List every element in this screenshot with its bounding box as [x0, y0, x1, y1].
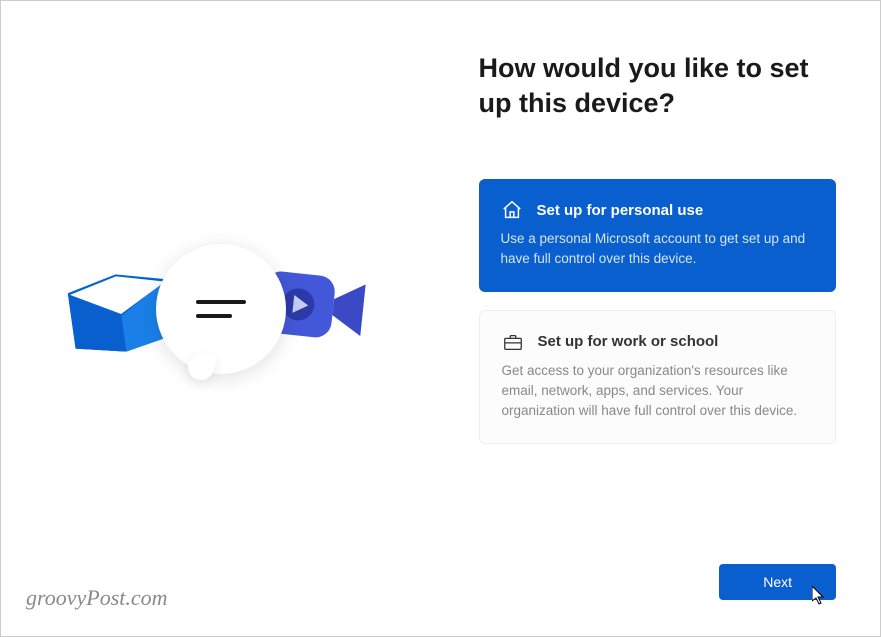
option-description: Get access to your organization's resour…: [502, 361, 814, 422]
page-title: How would you like to set up this device…: [479, 51, 837, 121]
option-personal-use[interactable]: Set up for personal use Use a personal M…: [479, 179, 837, 292]
option-title: Set up for work or school: [538, 333, 719, 350]
next-button[interactable]: Next: [719, 564, 836, 600]
home-icon: [501, 199, 523, 221]
option-work-school[interactable]: Set up for work or school Get access to …: [479, 310, 837, 445]
speech-bubble-icon: [156, 244, 286, 374]
illustration-panel: [1, 1, 441, 636]
briefcase-icon: [502, 331, 524, 353]
option-title: Set up for personal use: [537, 202, 704, 219]
watermark: groovyPost.com: [26, 585, 168, 611]
option-description: Use a personal Microsoft account to get …: [501, 229, 815, 270]
options-panel: How would you like to set up this device…: [441, 1, 881, 636]
setup-illustration: [61, 219, 381, 419]
